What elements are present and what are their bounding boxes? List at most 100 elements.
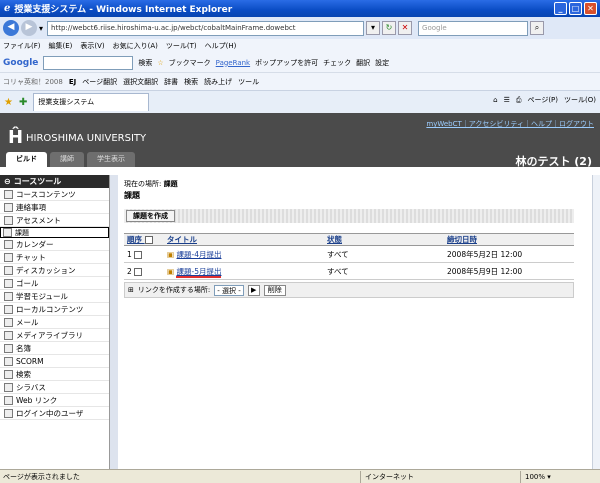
google-search-input[interactable] [43,55,134,70]
column-order[interactable]: 順序 [124,233,164,246]
chat-icon [4,252,13,262]
search-input[interactable]: Google [418,20,529,36]
assignment-link[interactable]: 課題-5月提出 [176,266,222,278]
sidebar-item-local-content[interactable]: ローカルコンテンツ [0,303,109,316]
column-order-label: 順序 [127,235,142,244]
sidebar-item-chat[interactable]: チャット [0,251,109,264]
tab-instructor[interactable]: 講師 [50,152,84,167]
sidebar-item-label: メール [16,317,39,327]
sidebar-item-assignments[interactable]: 課題 [0,227,109,238]
sidebar-item-discussion[interactable]: ディスカッション [0,264,109,277]
page-menu[interactable]: ページ(P) [527,95,558,105]
translate-button[interactable]: 翻訳 [356,58,370,68]
local-content-icon [4,304,13,314]
sidebar-item-search[interactable]: 検索 [0,368,109,381]
sidebar-item-calendar[interactable]: カレンダー [0,238,109,251]
google-search-button[interactable]: 検索 [138,58,152,68]
sidebar-item-roster[interactable]: 名簿 [0,342,109,355]
refresh-icon[interactable]: ↻ [382,21,397,35]
sidebar-item-announcements[interactable]: 連絡事項 [0,201,109,214]
read-aloud-button[interactable]: 読み上げ [204,77,232,87]
select-all-checkbox[interactable] [144,236,153,244]
calendar-icon [4,239,13,249]
course-tools-header[interactable]: ⊖ コースツール [0,175,109,188]
sidebar-item-label: ローカルコンテンツ [16,304,84,314]
minimize-button[interactable]: _ [554,2,567,15]
popup-button[interactable]: ポップアップを許可 [255,58,318,68]
sidebar-item-assessments[interactable]: アセスメント [0,214,109,227]
print-icon[interactable]: ⎙ [516,96,522,105]
link-location-select[interactable]: - 選択 - [214,284,244,296]
bookmark-button[interactable]: ブックマーク [169,58,211,68]
back-button[interactable]: ◀ [3,20,19,36]
feeds-icon[interactable]: ☰ [504,96,510,104]
menu-edit[interactable]: 編集(E) [49,41,73,51]
pagerank-indicator: PageRank [215,58,251,67]
sidebar-item-learning-modules[interactable]: 学習モジュール [0,290,109,303]
header-links[interactable]: myWebCT｜アクセシビリティ｜ヘルプ｜ログアウト [426,119,594,129]
sidebar-item-course-content[interactable]: コースコンテンツ [0,188,109,201]
sidebar-item-web-links[interactable]: Web リンク [0,394,109,407]
word-tools-button[interactable]: ツール [238,77,259,87]
add-favorites-icon[interactable]: ✚ [19,97,27,108]
dictionary-button[interactable]: 辞書 [164,77,178,87]
sidebar-item-label: ディスカッション [16,265,76,275]
column-due[interactable]: 締切日時 [444,233,574,246]
word-search-button[interactable]: 検索 [184,77,198,87]
check-button[interactable]: チェック [323,58,351,68]
stop-icon[interactable]: ✕ [398,21,413,35]
google-logo: Google [3,57,39,68]
search-icon[interactable]: ⌕ [530,21,545,35]
vertical-scrollbar[interactable] [592,175,600,469]
home-icon[interactable]: ⌂ [493,96,497,104]
collapse-icon[interactable]: ⊖ [4,177,11,186]
content-icon [4,189,13,199]
tab-build[interactable]: ビルド [6,152,47,167]
page-translate-button[interactable]: ページ翻訳 [82,77,117,87]
module-icon [4,291,13,301]
sidebar-item-online-users[interactable]: ログイン中のユーザ [0,407,109,420]
sidebar-item-mail[interactable]: メール [0,316,109,329]
row-checkbox[interactable] [134,267,143,276]
menu-file[interactable]: ファイル(F) [3,41,41,51]
ej-button[interactable]: EJ [69,78,76,86]
tools-menu[interactable]: ツール(O) [564,95,596,105]
url-input[interactable]: http://webct6.riise.hiroshima-u.ac.jp/we… [47,20,365,36]
zoom-level[interactable]: 100% ▾ [520,471,551,483]
sidebar-item-scorm[interactable]: SCORM [0,355,109,368]
maximize-button[interactable]: □ [569,2,582,15]
main-panel: 現在の場所: 課題 課題 課題を作成 順序 タイトル 状態 締切日時 1 ▣ 課… [118,175,592,469]
menu-tools[interactable]: ツール(T) [166,41,197,51]
sidebar-item-label: 連絡事項 [16,202,46,212]
url-dropdown-icon[interactable]: ▾ [366,21,381,35]
sidebar-item-label: Web リンク [16,395,58,405]
delete-button[interactable]: 削除 [263,284,286,296]
close-button[interactable]: ✕ [584,2,597,15]
column-title[interactable]: タイトル [164,233,324,246]
create-assignment-button[interactable]: 課題を作成 [126,210,175,222]
sidebar-item-syllabus[interactable]: シラバス [0,381,109,394]
selection-translate-button[interactable]: 選択文翻訳 [123,77,158,87]
sidebar-item-media-library[interactable]: メディアライブラリ [0,329,109,342]
course-tools-sidebar: ⊖ コースツール コースコンテンツ 連絡事項 アセスメント 課題 カレンダー チ… [0,175,110,469]
menu-view[interactable]: 表示(V) [80,41,104,51]
page-title: 課題 [124,191,140,200]
ie-icon: ℯ [4,3,11,14]
column-status[interactable]: 状態 [324,233,444,246]
google-settings-button[interactable]: 設定 [375,58,389,68]
row-checkbox[interactable] [134,250,143,259]
favorites-star-icon[interactable]: ★ [4,97,13,108]
go-button[interactable]: ▶ [247,284,260,296]
menu-favorites[interactable]: お気に入り(A) [113,41,158,51]
browser-tab[interactable]: 授業支援システム [33,93,150,111]
menu-help[interactable]: ヘルプ(H) [205,41,237,51]
sidebar-item-goals[interactable]: ゴール [0,277,109,290]
dropdown-icon[interactable]: ▾ [39,24,43,33]
sidebar-splitter[interactable] [110,175,118,469]
assignment-link[interactable]: 課題-4月提出 [176,250,221,259]
forward-button[interactable]: ▶ [21,20,37,36]
sidebar-item-label: 検索 [16,369,31,379]
course-title: 林のテスト (2) [515,155,592,168]
tab-student-view[interactable]: 学生表示 [87,152,135,167]
university-logo: Ĥ [8,127,24,148]
